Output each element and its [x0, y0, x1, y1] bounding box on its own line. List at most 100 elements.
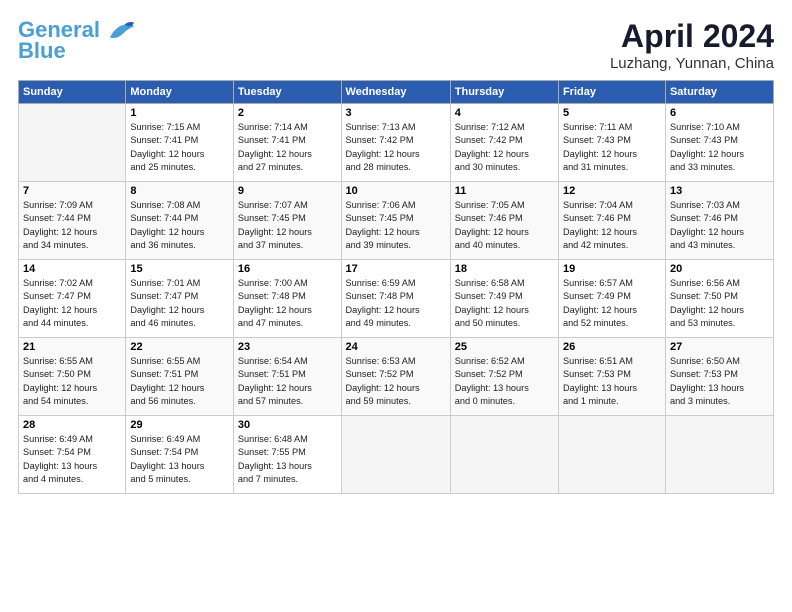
- day-number: 5: [563, 107, 661, 119]
- day-info: Sunrise: 6:55 AMSunset: 7:51 PMDaylight:…: [130, 355, 229, 408]
- day-info: Sunrise: 7:07 AMSunset: 7:45 PMDaylight:…: [238, 199, 337, 252]
- day-number: 21: [23, 341, 121, 353]
- week-row-2: 7 Sunrise: 7:09 AMSunset: 7:44 PMDaylight…: [19, 182, 774, 260]
- day-info: Sunrise: 6:55 AMSunset: 7:50 PMDaylight:…: [23, 355, 121, 408]
- day-number: 12: [563, 185, 661, 197]
- calendar-title: April 2024: [610, 18, 774, 55]
- day-info: Sunrise: 6:53 AMSunset: 7:52 PMDaylight:…: [346, 355, 446, 408]
- week-row-1: 1 Sunrise: 7:15 AMSunset: 7:41 PMDaylight…: [19, 104, 774, 182]
- day-cell: 25Sunrise: 6:52 AMSunset: 7:52 PMDayligh…: [450, 338, 558, 416]
- day-cell: 28 Sunrise: 6:49 AMSunset: 7:54 PMDayligh…: [19, 416, 126, 494]
- day-info: Sunrise: 7:13 AMSunset: 7:42 PMDaylight:…: [346, 121, 446, 174]
- day-cell: 10 Sunrise: 7:06 AMSunset: 7:45 PMDayligh…: [341, 182, 450, 260]
- day-cell: 7 Sunrise: 7:09 AMSunset: 7:44 PMDaylight…: [19, 182, 126, 260]
- day-info: Sunrise: 6:49 AMSunset: 7:54 PMDaylight:…: [23, 433, 121, 486]
- day-number: 28: [23, 419, 121, 431]
- day-number: 26: [563, 341, 661, 353]
- day-info: Sunrise: 6:49 AMSunset: 7:54 PMDaylight:…: [130, 433, 229, 486]
- day-cell: 21 Sunrise: 6:55 AMSunset: 7:50 PMDayligh…: [19, 338, 126, 416]
- day-info: Sunrise: 7:14 AMSunset: 7:41 PMDaylight:…: [238, 121, 337, 174]
- day-cell: 2 Sunrise: 7:14 AMSunset: 7:41 PMDaylight…: [233, 104, 341, 182]
- weekday-header-monday: Monday: [126, 81, 234, 104]
- day-number: 6: [670, 107, 769, 119]
- title-block: April 2024 Luzhang, Yunnan, China: [610, 18, 774, 72]
- logo-bird-icon: [108, 20, 136, 42]
- day-info: Sunrise: 6:58 AMSunset: 7:49 PMDaylight:…: [455, 277, 554, 330]
- day-number: 14: [23, 263, 121, 275]
- day-cell: 4 Sunrise: 7:12 AMSunset: 7:42 PMDaylight…: [450, 104, 558, 182]
- day-cell: 24 Sunrise: 6:53 AMSunset: 7:52 PMDayligh…: [341, 338, 450, 416]
- day-cell: [558, 416, 665, 494]
- day-cell: 29 Sunrise: 6:49 AMSunset: 7:54 PMDayligh…: [126, 416, 234, 494]
- day-cell: 19 Sunrise: 6:57 AMSunset: 7:49 PMDayligh…: [558, 260, 665, 338]
- day-cell: 20 Sunrise: 6:56 AMSunset: 7:50 PMDayligh…: [665, 260, 773, 338]
- day-cell: 16 Sunrise: 7:00 AMSunset: 7:48 PMDayligh…: [233, 260, 341, 338]
- weekday-header-thursday: Thursday: [450, 81, 558, 104]
- day-number: 20: [670, 263, 769, 275]
- weekday-header-tuesday: Tuesday: [233, 81, 341, 104]
- day-cell: 1 Sunrise: 7:15 AMSunset: 7:41 PMDaylight…: [126, 104, 234, 182]
- calendar-subtitle: Luzhang, Yunnan, China: [610, 55, 774, 72]
- day-number: 8: [130, 185, 229, 197]
- day-number: 30: [238, 419, 337, 431]
- day-number: 13: [670, 185, 769, 197]
- week-row-4: 21 Sunrise: 6:55 AMSunset: 7:50 PMDayligh…: [19, 338, 774, 416]
- day-cell: 5 Sunrise: 7:11 AMSunset: 7:43 PMDaylight…: [558, 104, 665, 182]
- weekday-header-saturday: Saturday: [665, 81, 773, 104]
- day-info: Sunrise: 7:02 AMSunset: 7:47 PMDaylight:…: [23, 277, 121, 330]
- day-number: 9: [238, 185, 337, 197]
- day-number: 22: [130, 341, 229, 353]
- day-number: 29: [130, 419, 229, 431]
- weekday-header-row: SundayMondayTuesdayWednesdayThursdayFrid…: [19, 81, 774, 104]
- day-info: Sunrise: 7:12 AMSunset: 7:42 PMDaylight:…: [455, 121, 554, 174]
- week-row-3: 14 Sunrise: 7:02 AMSunset: 7:47 PMDayligh…: [19, 260, 774, 338]
- day-cell: 8 Sunrise: 7:08 AMSunset: 7:44 PMDaylight…: [126, 182, 234, 260]
- day-number: 15: [130, 263, 229, 275]
- day-cell: 14 Sunrise: 7:02 AMSunset: 7:47 PMDayligh…: [19, 260, 126, 338]
- day-number: 11: [455, 185, 554, 197]
- day-number: 10: [346, 185, 446, 197]
- day-cell: 30Sunrise: 6:48 AMSunset: 7:55 PMDayligh…: [233, 416, 341, 494]
- day-info: Sunrise: 7:01 AMSunset: 7:47 PMDaylight:…: [130, 277, 229, 330]
- day-number: 27: [670, 341, 769, 353]
- day-number: 24: [346, 341, 446, 353]
- day-info: Sunrise: 7:15 AMSunset: 7:41 PMDaylight:…: [130, 121, 229, 174]
- day-info: Sunrise: 6:59 AMSunset: 7:48 PMDaylight:…: [346, 277, 446, 330]
- day-info: Sunrise: 7:06 AMSunset: 7:45 PMDaylight:…: [346, 199, 446, 252]
- day-info: Sunrise: 7:08 AMSunset: 7:44 PMDaylight:…: [130, 199, 229, 252]
- day-cell: 12Sunrise: 7:04 AMSunset: 7:46 PMDayligh…: [558, 182, 665, 260]
- day-info: Sunrise: 6:56 AMSunset: 7:50 PMDaylight:…: [670, 277, 769, 330]
- weekday-header-friday: Friday: [558, 81, 665, 104]
- day-number: 1: [130, 107, 229, 119]
- weekday-header-sunday: Sunday: [19, 81, 126, 104]
- day-info: Sunrise: 7:05 AMSunset: 7:46 PMDaylight:…: [455, 199, 554, 252]
- logo: General Blue: [18, 18, 136, 64]
- weekday-header-wednesday: Wednesday: [341, 81, 450, 104]
- day-info: Sunrise: 6:51 AMSunset: 7:53 PMDaylight:…: [563, 355, 661, 408]
- day-cell: 3 Sunrise: 7:13 AMSunset: 7:42 PMDaylight…: [341, 104, 450, 182]
- day-number: 3: [346, 107, 446, 119]
- day-cell: 9 Sunrise: 7:07 AMSunset: 7:45 PMDaylight…: [233, 182, 341, 260]
- day-number: 7: [23, 185, 121, 197]
- day-number: 25: [455, 341, 554, 353]
- day-info: Sunrise: 7:03 AMSunset: 7:46 PMDaylight:…: [670, 199, 769, 252]
- day-cell: 11 Sunrise: 7:05 AMSunset: 7:46 PMDayligh…: [450, 182, 558, 260]
- day-number: 19: [563, 263, 661, 275]
- day-number: 4: [455, 107, 554, 119]
- day-cell: [665, 416, 773, 494]
- day-info: Sunrise: 7:00 AMSunset: 7:48 PMDaylight:…: [238, 277, 337, 330]
- day-info: Sunrise: 7:11 AMSunset: 7:43 PMDaylight:…: [563, 121, 661, 174]
- day-cell: [450, 416, 558, 494]
- day-info: Sunrise: 6:54 AMSunset: 7:51 PMDaylight:…: [238, 355, 337, 408]
- calendar-container: General Blue April 2024 Luzhang, Yunnan,…: [0, 0, 792, 504]
- day-number: 2: [238, 107, 337, 119]
- day-info: Sunrise: 6:57 AMSunset: 7:49 PMDaylight:…: [563, 277, 661, 330]
- day-number: 17: [346, 263, 446, 275]
- header-row: General Blue April 2024 Luzhang, Yunnan,…: [18, 18, 774, 72]
- day-cell: 23Sunrise: 6:54 AMSunset: 7:51 PMDayligh…: [233, 338, 341, 416]
- day-info: Sunrise: 6:50 AMSunset: 7:53 PMDaylight:…: [670, 355, 769, 408]
- day-info: Sunrise: 7:10 AMSunset: 7:43 PMDaylight:…: [670, 121, 769, 174]
- day-number: 16: [238, 263, 337, 275]
- day-cell: [19, 104, 126, 182]
- day-info: Sunrise: 7:09 AMSunset: 7:44 PMDaylight:…: [23, 199, 121, 252]
